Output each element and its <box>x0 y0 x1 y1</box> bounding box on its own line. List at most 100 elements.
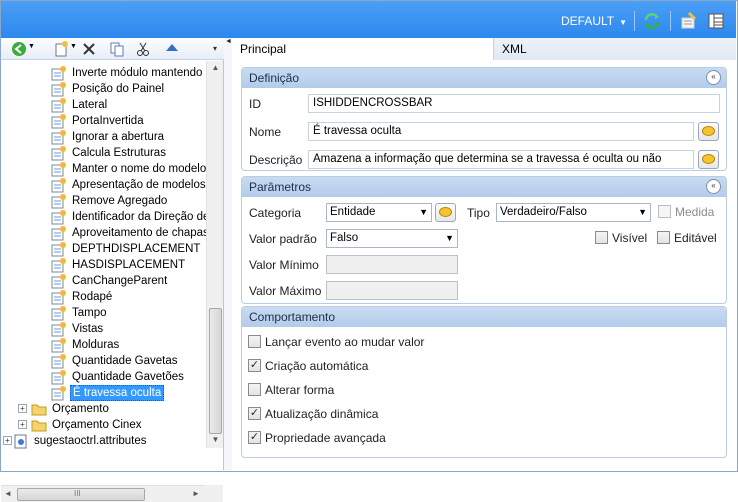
delete-icon[interactable] <box>81 41 97 57</box>
scroll-down-icon[interactable]: ▼ <box>210 435 221 444</box>
comportamento-checkbox[interactable]: ✓ <box>248 407 261 420</box>
attributes-file-icon <box>14 434 27 449</box>
layout-icon[interactable] <box>707 12 725 30</box>
profile-label: DEFAULT <box>561 14 615 28</box>
valor-minimo-field[interactable] <box>326 255 458 274</box>
toolbar-separator <box>670 11 671 31</box>
refresh-icon[interactable] <box>643 12 661 30</box>
expand-icon[interactable]: + <box>18 404 27 413</box>
cut-icon[interactable] <box>135 41 151 57</box>
collapse-icon[interactable]: « <box>706 179 721 194</box>
toolbar-separator <box>634 11 635 31</box>
tipo-label: Tipo <box>467 206 490 220</box>
tree-horizontal-scrollbar[interactable]: ◄ III ► <box>1 485 206 502</box>
tree-item-label: Quantidade Gavetas <box>72 355 178 367</box>
overflow-icon[interactable]: ▾ <box>213 44 217 53</box>
attribute-icon <box>51 290 66 305</box>
folder-icon <box>31 420 47 432</box>
valor-padrao-label: Valor padrão <box>249 232 317 246</box>
tree-vertical-scrollbar[interactable]: ▲ ▼ <box>206 61 223 448</box>
new-item-icon[interactable] <box>53 41 69 57</box>
scroll-thumb[interactable]: III <box>17 488 145 501</box>
nome-field[interactable]: É travessa oculta <box>308 122 694 141</box>
tree-item-label: DEPTHDISPLACEMENT <box>72 243 201 255</box>
categoria-translate-button[interactable] <box>435 203 456 222</box>
tree-item-label: PortaInvertida <box>72 115 144 127</box>
comportamento-checkbox[interactable]: ✓ <box>248 359 261 372</box>
tipo-select[interactable]: Verdadeiro/Falso ▼ <box>496 203 651 222</box>
attribute-icon <box>51 274 66 289</box>
attribute-icon <box>51 322 66 337</box>
tree-item-label: Ignorar a abertura <box>72 131 165 143</box>
id-field[interactable]: ISHIDDENCROSSBAR <box>308 94 720 113</box>
comportamento-label: Criação automática <box>265 359 369 373</box>
valor-padrao-select[interactable]: Falso ▼ <box>326 229 458 248</box>
chevron-down-icon: ▼ <box>419 207 428 217</box>
valor-maximo-field[interactable] <box>326 281 458 300</box>
comportamento-checkbox[interactable]: ✓ <box>248 431 261 444</box>
profile-dropdown[interactable]: DEFAULT ▼ <box>561 14 627 28</box>
speech-bubble-icon <box>439 207 452 217</box>
tree-item-label: Vistas <box>72 323 104 335</box>
visivel-checkbox[interactable] <box>595 231 608 244</box>
back-dropdown-icon[interactable]: ▼ <box>28 43 35 50</box>
scroll-left-icon[interactable]: ◄ <box>4 489 12 498</box>
tree-root-label: sugestaoctrl.attributes <box>34 435 147 447</box>
descricao-translate-button[interactable] <box>698 150 719 169</box>
nome-label: Nome <box>249 125 282 139</box>
expand-icon[interactable]: + <box>18 420 27 429</box>
attribute-icon <box>51 210 66 225</box>
attribute-icon <box>51 338 66 353</box>
chevron-down-icon: ▼ <box>445 233 454 243</box>
categoria-select[interactable]: Entidade ▼ <box>326 203 432 222</box>
tab-xml[interactable]: XML <box>494 38 736 60</box>
speech-bubble-icon <box>702 154 715 164</box>
collapse-icon[interactable]: « <box>706 70 721 85</box>
categoria-value: Entidade <box>330 206 376 218</box>
attribute-icon <box>51 66 66 81</box>
move-up-icon[interactable] <box>164 41 180 57</box>
expand-icon[interactable]: + <box>3 436 12 445</box>
attribute-icon <box>51 130 66 145</box>
valor-minimo-label: Valor Mínimo <box>249 258 319 272</box>
group-title: Definição <box>249 71 300 85</box>
back-icon[interactable] <box>11 41 27 57</box>
medida-checkbox[interactable] <box>658 205 671 218</box>
chevron-down-icon: ▼ <box>638 207 647 217</box>
scroll-up-icon[interactable]: ▲ <box>210 63 221 72</box>
new-dropdown-icon[interactable]: ▼ <box>70 43 77 50</box>
collapse-panel-icon[interactable]: ◄ <box>225 38 232 45</box>
comportamento-label: Alterar forma <box>265 383 335 397</box>
comportamento-checkbox[interactable] <box>248 335 261 348</box>
settings-icon[interactable] <box>679 12 697 30</box>
attribute-icon <box>51 114 66 129</box>
descricao-field[interactable]: Amazena a informação que determina se a … <box>308 150 694 169</box>
attribute-icon <box>51 146 66 161</box>
attribute-icon <box>51 226 66 241</box>
properties-panel: Principal XML Definição « ID ISHIDDENCRO… <box>232 38 736 470</box>
tree-panel: ▼ ▼ ▾ Inverte módulo mantendo d Posição d… <box>1 38 224 502</box>
comportamento-label: Lançar evento ao mudar valor <box>265 335 425 349</box>
tree-folder-label: Orçamento <box>52 403 109 415</box>
scroll-right-icon[interactable]: ► <box>192 489 200 498</box>
tree-item-label: Identificador da Direção de <box>72 211 206 223</box>
nome-translate-button[interactable] <box>698 122 719 141</box>
attribute-icon <box>51 178 66 193</box>
attribute-tree: Inverte módulo mantendo d Posição do Pain… <box>1 61 206 461</box>
scroll-thumb[interactable] <box>209 308 222 434</box>
tree-item-label: Inverte módulo mantendo d <box>72 67 206 79</box>
comportamento-checkbox[interactable] <box>248 383 261 396</box>
categoria-label: Categoria <box>249 206 302 220</box>
attribute-icon <box>51 258 66 273</box>
editavel-checkbox[interactable] <box>657 231 670 244</box>
tab-principal[interactable]: Principal <box>232 38 494 60</box>
panel-splitter[interactable]: ◄ <box>224 38 232 470</box>
attribute-icon <box>51 162 66 177</box>
tipo-value: Verdadeiro/Falso <box>500 206 587 218</box>
folder-icon <box>31 404 47 416</box>
scroll-grip: III <box>74 489 81 498</box>
medida-label: Medida <box>675 205 715 219</box>
visivel-label: Visível <box>612 231 648 245</box>
copy-icon[interactable] <box>109 41 125 57</box>
tree-folder-label: Orçamento Cinex <box>52 419 142 431</box>
